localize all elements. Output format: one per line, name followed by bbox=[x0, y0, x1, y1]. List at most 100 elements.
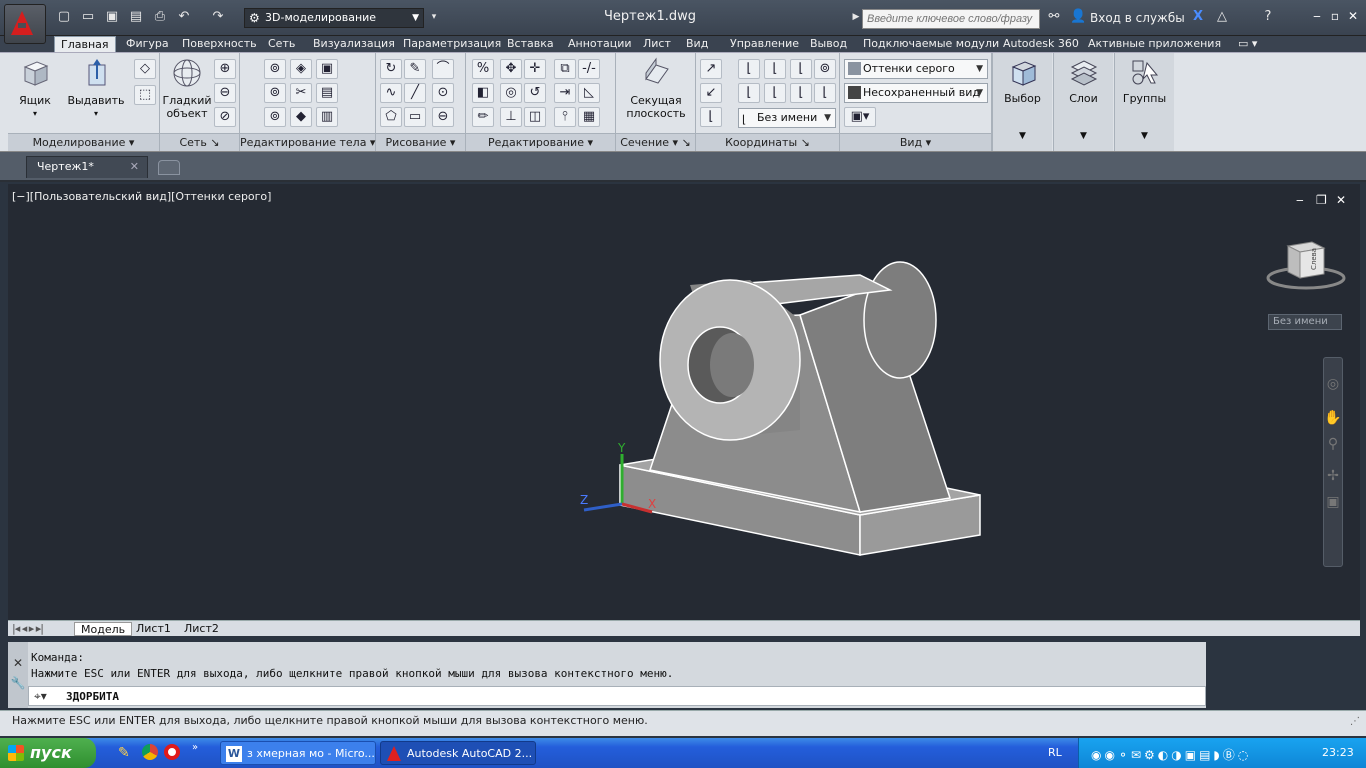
arc-icon[interactable]: ⌒ bbox=[432, 59, 454, 79]
fillet-edge-icon[interactable]: ◧ bbox=[472, 83, 494, 103]
revcloud-icon[interactable]: ✎ bbox=[404, 59, 426, 79]
tab-featured-apps[interactable]: Активные приложения bbox=[1088, 36, 1221, 52]
move-arrows-icon[interactable]: ✛ bbox=[524, 59, 546, 79]
presspull-icon[interactable]: ⬚ bbox=[134, 85, 156, 105]
erase-icon[interactable]: ✏ bbox=[472, 107, 494, 127]
language-indicator[interactable]: RL bbox=[1048, 746, 1062, 759]
section-plane-button[interactable]: Секущая плоскость bbox=[620, 57, 692, 120]
ucs-view-icon[interactable]: ⌊ bbox=[790, 59, 812, 79]
command-customize-icon[interactable]: ⌖▾ bbox=[34, 689, 47, 704]
offset-icon[interactable]: ⫯ bbox=[554, 107, 576, 127]
scale-icon[interactable]: % bbox=[472, 59, 494, 79]
ucs-object-icon[interactable]: ⌊ bbox=[764, 59, 786, 79]
tab-manage[interactable]: Управление bbox=[730, 36, 799, 52]
viewcube[interactable]: Слева bbox=[1264, 238, 1348, 292]
start-button[interactable]: пуск bbox=[0, 738, 96, 768]
search-input[interactable] bbox=[862, 9, 1040, 29]
viewport-config-icon[interactable]: ▣▾ bbox=[844, 107, 876, 127]
circle-icon[interactable]: ⊙ bbox=[432, 83, 454, 103]
save-icon[interactable]: ▣ bbox=[104, 9, 120, 25]
chamfer-icon[interactable]: ◺ bbox=[578, 83, 600, 103]
taskbar-autocad[interactable]: Autodesk AutoCAD 2... bbox=[380, 741, 536, 765]
tab-annotate[interactable]: Аннотации bbox=[568, 36, 632, 52]
ucs-face-icon[interactable]: ⌊ bbox=[738, 59, 760, 79]
saveas-icon[interactable]: ▤ bbox=[128, 9, 144, 25]
union-icon[interactable]: ⊚ bbox=[264, 59, 286, 79]
ucs-origin-icon[interactable]: ↙ bbox=[700, 83, 722, 103]
chrome-icon[interactable] bbox=[142, 744, 158, 760]
close-icon[interactable]: ✕ bbox=[1344, 8, 1362, 24]
subtract-icon[interactable]: ⊚ bbox=[264, 83, 286, 103]
tab-extra-icon[interactable]: ▭ ▾ bbox=[1238, 36, 1257, 52]
open-icon[interactable]: ▭ bbox=[80, 9, 96, 25]
named-view-combo[interactable]: Несохраненный вид ▼ bbox=[844, 83, 988, 103]
tab-plugins[interactable]: Подключаемые модули bbox=[863, 36, 999, 52]
tab-parametric[interactable]: Параметризация bbox=[403, 36, 501, 52]
quicklaunch-icon[interactable]: ✎ bbox=[118, 745, 130, 761]
separate-icon[interactable]: ▥ bbox=[316, 107, 338, 127]
viewport-restore-icon[interactable]: ❐ bbox=[1316, 193, 1327, 207]
panel-title-modify[interactable]: Редактирование ▾ bbox=[466, 133, 615, 151]
rotate-icon[interactable]: ↺ bbox=[524, 83, 546, 103]
panel-title-modeling[interactable]: Моделирование ▾ bbox=[8, 133, 159, 151]
close-icon[interactable]: ✕ bbox=[8, 656, 28, 670]
extrude-button[interactable]: Выдавить ▾ bbox=[66, 57, 126, 120]
copy-icon[interactable]: ⧉ bbox=[554, 59, 576, 79]
visual-style-combo[interactable]: Оттенки серого ▼ bbox=[844, 59, 988, 79]
help-icon[interactable]: ? bbox=[1260, 9, 1276, 25]
showmotion-icon[interactable]: ▣ bbox=[1324, 494, 1342, 510]
clock[interactable]: 23:23 bbox=[1322, 746, 1354, 759]
polysolid-icon[interactable]: ◇ bbox=[134, 59, 156, 79]
array-icon[interactable]: ▦ bbox=[578, 107, 600, 127]
ucs-previous-icon[interactable]: ⌊ bbox=[700, 107, 722, 127]
viewport-minimize-icon[interactable]: ‒ bbox=[1296, 193, 1304, 207]
groups-button[interactable]: Группы ▼ bbox=[1114, 53, 1174, 151]
intersect-icon[interactable]: ⊚ bbox=[264, 107, 286, 127]
zoom-icon[interactable]: ⚲ bbox=[1324, 436, 1342, 452]
mesh-refine-icon[interactable]: ⊘ bbox=[214, 107, 236, 127]
panel-title-coordinates[interactable]: Координаты ↘ bbox=[696, 133, 839, 151]
panel-title-section[interactable]: Сечение ▾ ↘ bbox=[616, 133, 695, 151]
tab-mesh[interactable]: Сеть bbox=[268, 36, 295, 52]
minimize-icon[interactable]: ‒ bbox=[1308, 8, 1326, 24]
tab-layout2[interactable]: Лист2 bbox=[184, 622, 219, 636]
3d-model[interactable] bbox=[560, 240, 1000, 570]
print-icon[interactable]: ⎙ bbox=[152, 9, 168, 25]
stretch-icon[interactable]: ⇥ bbox=[554, 83, 576, 103]
ucs-y-icon[interactable]: ⌊ bbox=[764, 83, 786, 103]
rectangle-icon[interactable]: ▭ bbox=[404, 107, 426, 127]
ucs-name-combo[interactable]: ⌊ Без имени ▼ bbox=[738, 108, 836, 128]
redo-icon[interactable]: ↷ bbox=[210, 9, 226, 25]
ucs-zaxis-icon[interactable]: ⌊ bbox=[814, 83, 836, 103]
extrude-faces-icon[interactable]: ▤ bbox=[316, 83, 338, 103]
command-input[interactable] bbox=[28, 686, 1206, 706]
new-icon[interactable]: ▢ bbox=[56, 9, 72, 25]
tab-home[interactable]: Главная bbox=[54, 36, 116, 52]
select-button[interactable]: Выбор ▼ bbox=[992, 53, 1052, 151]
polygon-icon[interactable]: ⬠ bbox=[380, 107, 402, 127]
autodesk-icon[interactable]: △ bbox=[1214, 9, 1230, 25]
layers-button[interactable]: Слои ▼ bbox=[1053, 53, 1113, 151]
smooth-object-button[interactable]: Гладкий объект bbox=[162, 57, 212, 120]
application-menu-button[interactable] bbox=[4, 4, 46, 44]
ucs-x-icon[interactable]: ⌊ bbox=[738, 83, 760, 103]
undo-icon[interactable]: ↶ bbox=[176, 9, 192, 25]
tab-surface[interactable]: Поверхность bbox=[182, 36, 257, 52]
tab-autodesk360[interactable]: Autodesk 360 bbox=[1003, 36, 1079, 52]
resize-grip-icon[interactable]: ⋰ bbox=[1350, 716, 1360, 727]
extract-edges-icon[interactable]: ▣ bbox=[316, 59, 338, 79]
panel-title-mesh[interactable]: Сеть ↘ bbox=[160, 133, 239, 151]
opera-icon[interactable] bbox=[164, 744, 180, 760]
steering-wheel-icon[interactable]: ◎ bbox=[1324, 376, 1342, 392]
interfere-icon[interactable]: ◈ bbox=[290, 59, 312, 79]
tab-output[interactable]: Вывод bbox=[810, 36, 847, 52]
3dalign-icon[interactable]: ⊥ bbox=[500, 107, 522, 127]
mesh-add-icon[interactable]: ⊕ bbox=[214, 59, 236, 79]
pan-icon[interactable]: ✋ bbox=[1324, 410, 1342, 426]
exchange-icon[interactable]: X bbox=[1190, 9, 1206, 25]
tab-layout1[interactable]: Лист1 bbox=[136, 622, 171, 636]
polyline-icon[interactable]: ∿ bbox=[380, 83, 402, 103]
tab-solid[interactable]: Фигура bbox=[126, 36, 169, 52]
slice-icon[interactable]: ✂ bbox=[290, 83, 312, 103]
panel-title-view[interactable]: Вид ▾ bbox=[840, 133, 991, 151]
